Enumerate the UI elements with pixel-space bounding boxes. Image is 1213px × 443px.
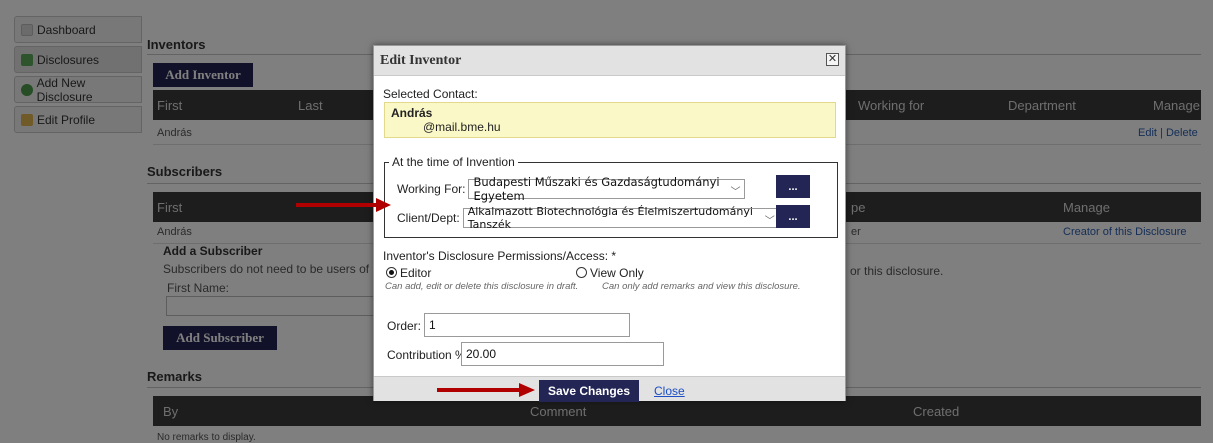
pointer-arrow-icon [296,198,391,212]
close-link[interactable]: Close [654,384,685,398]
close-icon[interactable]: ✕ [826,53,839,66]
contact-name: András [391,106,433,120]
edit-inventor-dialog: Edit Inventor ✕ Selected Contact: András… [373,45,846,402]
selected-contact-label: Selected Contact: [383,87,478,101]
save-changes-button[interactable]: Save Changes [539,380,639,402]
working-for-row: Working For: Budapesti Műszaki és Gazdas… [397,175,746,203]
pointer-arrow-icon [437,383,535,397]
editor-radio[interactable] [386,267,397,278]
editor-note: Can add, edit or delete this disclosure … [385,281,579,292]
view-only-radio-row[interactable]: View Only [576,266,644,280]
working-for-value: Budapesti Műszaki és Gazdaságtudományi E… [473,175,720,203]
client-dept-label: Client/Dept: [397,211,460,225]
dialog-title-text: Edit Inventor [380,53,462,68]
permissions-label: Inventor's Disclosure Permissions/Access… [383,249,617,263]
order-input[interactable]: 1 [424,313,630,337]
view-only-radio[interactable] [576,267,587,278]
client-dept-select[interactable]: Alkalmazott Biotechnológia és Élelmiszer… [462,205,780,231]
view-only-label: View Only [590,266,644,280]
contact-email: @mail.bme.hu [423,120,501,134]
working-for-label: Working For: [397,182,466,196]
invention-time-fieldset: At the time of Invention Working For: Bu… [384,155,838,238]
fieldset-legend: At the time of Invention [389,155,518,169]
order-label: Order: * [387,319,430,333]
client-dept-row: Client/Dept: Alkalmazott Biotechnológia … [397,205,780,231]
chevron-down-icon: ﹀ [764,216,775,227]
working-for-lookup-button[interactable]: ... [776,175,810,198]
editor-radio-row[interactable]: Editor [386,266,431,280]
contribution-label: Contribution %: [387,348,470,362]
client-dept-value: Alkalmazott Biotechnológia és Élelmiszer… [467,205,753,231]
selected-contact-box: András @mail.bme.hu [384,102,836,138]
working-for-select[interactable]: Budapesti Műszaki és Gazdaságtudományi E… [468,175,746,203]
client-dept-lookup-button[interactable]: ... [776,205,810,228]
contribution-input[interactable]: 20.00 [461,342,664,366]
editor-label: Editor [400,266,432,280]
dialog-title: Edit Inventor [374,46,845,76]
chevron-down-icon: ﹀ [730,187,741,198]
view-only-note: Can only add remarks and view this discl… [602,281,801,292]
